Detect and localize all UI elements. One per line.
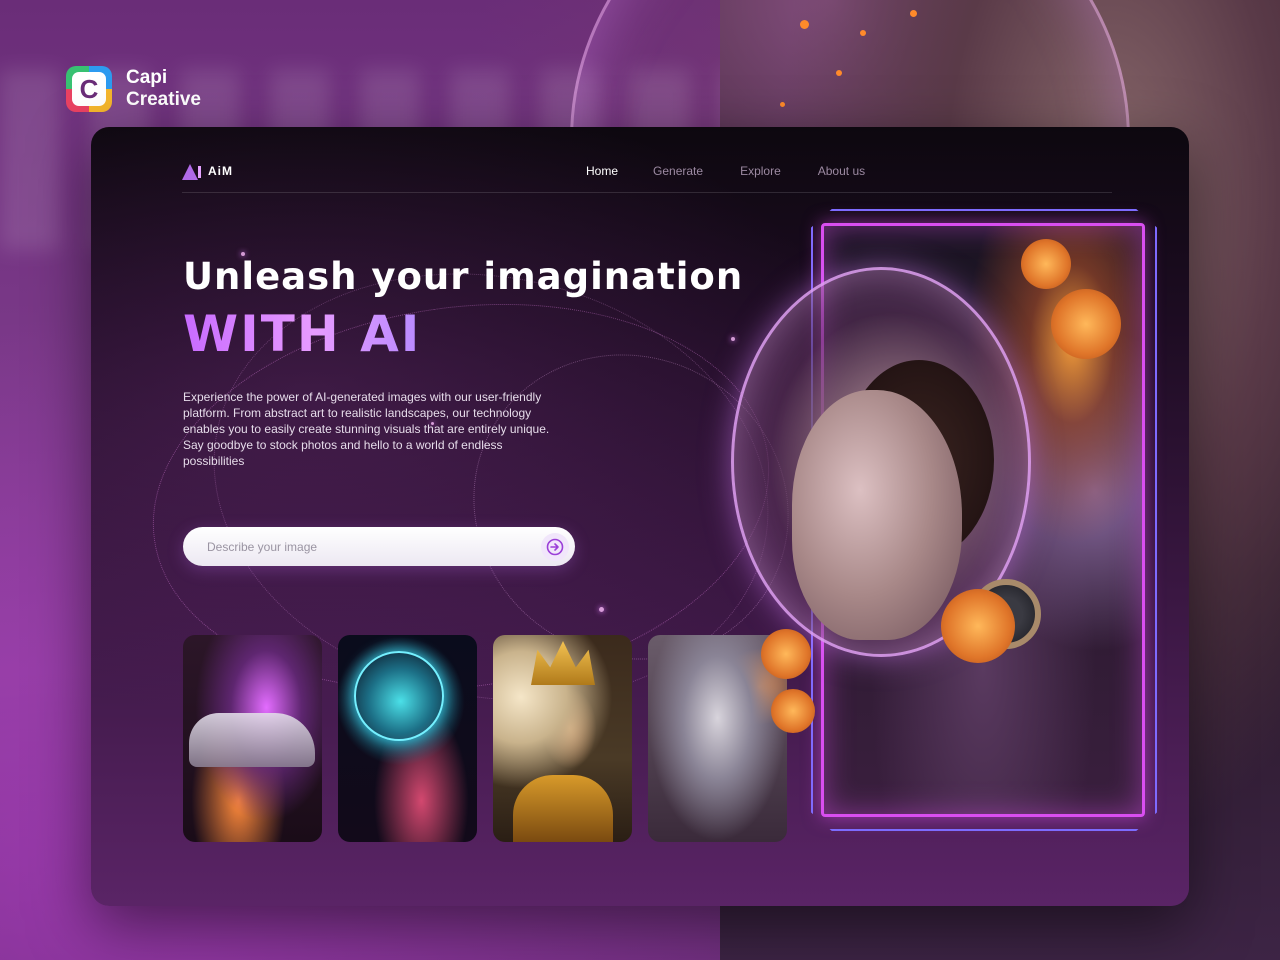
background-particle bbox=[910, 10, 917, 17]
nav-logo[interactable]: AiM bbox=[182, 162, 233, 180]
gallery-image-car[interactable] bbox=[183, 635, 322, 842]
sparkle bbox=[599, 607, 604, 612]
brand-name-line1: Capi bbox=[126, 67, 168, 88]
hero-artwork bbox=[731, 209, 1161, 839]
arrow-right-circle-icon bbox=[546, 538, 564, 555]
flower-shape bbox=[1051, 289, 1121, 359]
prompt-search-bar bbox=[183, 527, 575, 566]
navbar: AiM Home Generate Explore About us bbox=[182, 149, 1112, 193]
hero-description: Experience the power of AI-generated ima… bbox=[183, 390, 550, 468]
flower-shape bbox=[771, 689, 815, 733]
hero-title: Unleash your imagination bbox=[183, 255, 744, 298]
nav-links: Home Generate Explore About us bbox=[586, 164, 865, 178]
brand: Capi Creative bbox=[66, 66, 236, 112]
capi-logo-icon bbox=[66, 66, 112, 112]
nav-link-generate[interactable]: Generate bbox=[653, 164, 703, 178]
flower-shape bbox=[761, 629, 811, 679]
background-particle bbox=[836, 70, 842, 76]
nav-link-home[interactable]: Home bbox=[586, 164, 618, 178]
background-particle bbox=[800, 20, 809, 29]
image-gallery bbox=[183, 635, 787, 842]
background-particle bbox=[780, 102, 785, 107]
generate-submit-button[interactable] bbox=[541, 532, 569, 561]
brand-name-line2: Creative bbox=[126, 89, 201, 110]
nav-logo-text: AiM bbox=[208, 163, 233, 178]
hero-accent-title: WITH AI bbox=[183, 305, 422, 363]
prompt-input[interactable] bbox=[207, 539, 541, 554]
nav-link-explore[interactable]: Explore bbox=[740, 164, 781, 178]
car-shape bbox=[189, 713, 315, 767]
nav-link-about[interactable]: About us bbox=[818, 164, 865, 178]
brand-name: Capi Creative bbox=[126, 67, 236, 111]
landing-page-card: AiM Home Generate Explore About us Unlea… bbox=[91, 127, 1189, 906]
gallery-image-warrior[interactable] bbox=[493, 635, 632, 842]
background-particle bbox=[860, 30, 866, 36]
helmet-shape bbox=[354, 651, 444, 741]
crown-shape bbox=[531, 641, 595, 685]
flower-shape bbox=[1021, 239, 1071, 289]
face-shape bbox=[792, 390, 962, 640]
aim-logo-icon bbox=[182, 162, 202, 180]
flower-shape bbox=[941, 589, 1015, 663]
armor-shape bbox=[513, 775, 613, 842]
gallery-image-astronaut[interactable] bbox=[338, 635, 477, 842]
